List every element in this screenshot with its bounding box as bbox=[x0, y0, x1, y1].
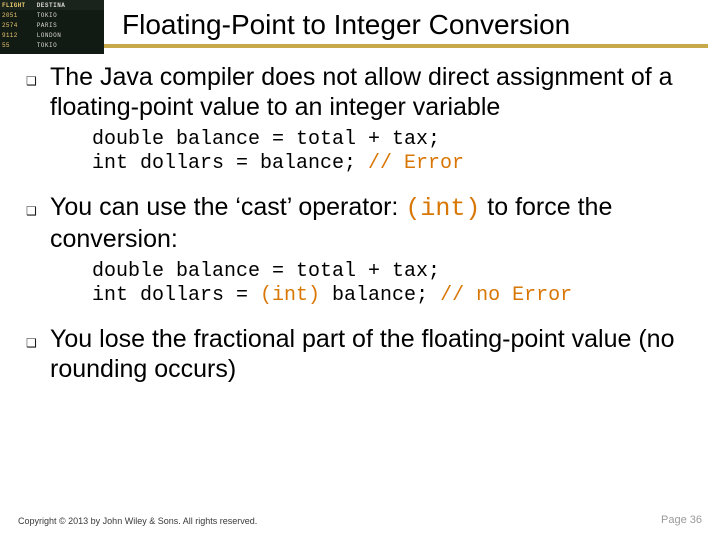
board-cell: TOKIO bbox=[35, 12, 104, 19]
title-underline bbox=[104, 44, 708, 48]
copyright-text: Copyright © 2013 by John Wiley & Sons. A… bbox=[18, 516, 257, 526]
title-area: Floating-Point to Integer Conversion bbox=[104, 2, 708, 48]
bullet-item: ❑ You can use the ‘cast’ operator: (int)… bbox=[26, 192, 700, 254]
code-line: int dollars = bbox=[92, 284, 260, 307]
bullet-item: ❑ The Java compiler does not allow direc… bbox=[26, 62, 700, 122]
board-header-flight: FLIGHT bbox=[0, 2, 35, 9]
bullet-square-icon: ❑ bbox=[26, 62, 50, 122]
bullet-item: ❑ You lose the fractional part of the fl… bbox=[26, 324, 700, 384]
code-block-2: double balance = total + tax; int dollar… bbox=[92, 260, 700, 308]
content-area: ❑ The Java compiler does not allow direc… bbox=[26, 62, 700, 390]
board-cell: 2574 bbox=[0, 22, 35, 29]
bullet-text-part: You can use the ‘cast’ operator: bbox=[50, 193, 405, 221]
bullet-square-icon: ❑ bbox=[26, 324, 50, 384]
cast-operator: (int) bbox=[405, 194, 480, 223]
code-line: int dollars = balance; bbox=[92, 152, 368, 175]
board-cell: PARIS bbox=[35, 22, 104, 29]
bullet-square-icon: ❑ bbox=[26, 192, 50, 254]
board-cell: TOKIO bbox=[35, 42, 104, 49]
slide-title: Floating-Point to Integer Conversion bbox=[104, 2, 708, 44]
code-line: balance; bbox=[320, 284, 440, 307]
board-cell: 9112 bbox=[0, 32, 35, 39]
corner-departure-board-image: FLIGHT DESTINA 2051 TOKIO 2574 PARIS 911… bbox=[0, 0, 104, 54]
bullet-text: The Java compiler does not allow direct … bbox=[50, 62, 700, 122]
code-line: double balance = total + tax; bbox=[92, 260, 440, 283]
page-number: Page 36 bbox=[661, 514, 702, 526]
slide: FLIGHT DESTINA 2051 TOKIO 2574 PARIS 911… bbox=[0, 0, 720, 540]
code-comment: // no Error bbox=[440, 284, 572, 307]
code-cast: (int) bbox=[260, 284, 320, 307]
board-cell: 55 bbox=[0, 42, 35, 49]
bullet-text: You can use the ‘cast’ operator: (int) t… bbox=[50, 192, 700, 254]
board-header-dest: DESTINA bbox=[35, 2, 104, 9]
code-block-1: double balance = total + tax; int dollar… bbox=[92, 128, 700, 176]
board-cell: LONDON bbox=[35, 32, 104, 39]
board-cell: 2051 bbox=[0, 12, 35, 19]
bullet-text: You lose the fractional part of the floa… bbox=[50, 324, 700, 384]
code-line: double balance = total + tax; bbox=[92, 128, 440, 151]
code-comment: // Error bbox=[368, 152, 464, 175]
